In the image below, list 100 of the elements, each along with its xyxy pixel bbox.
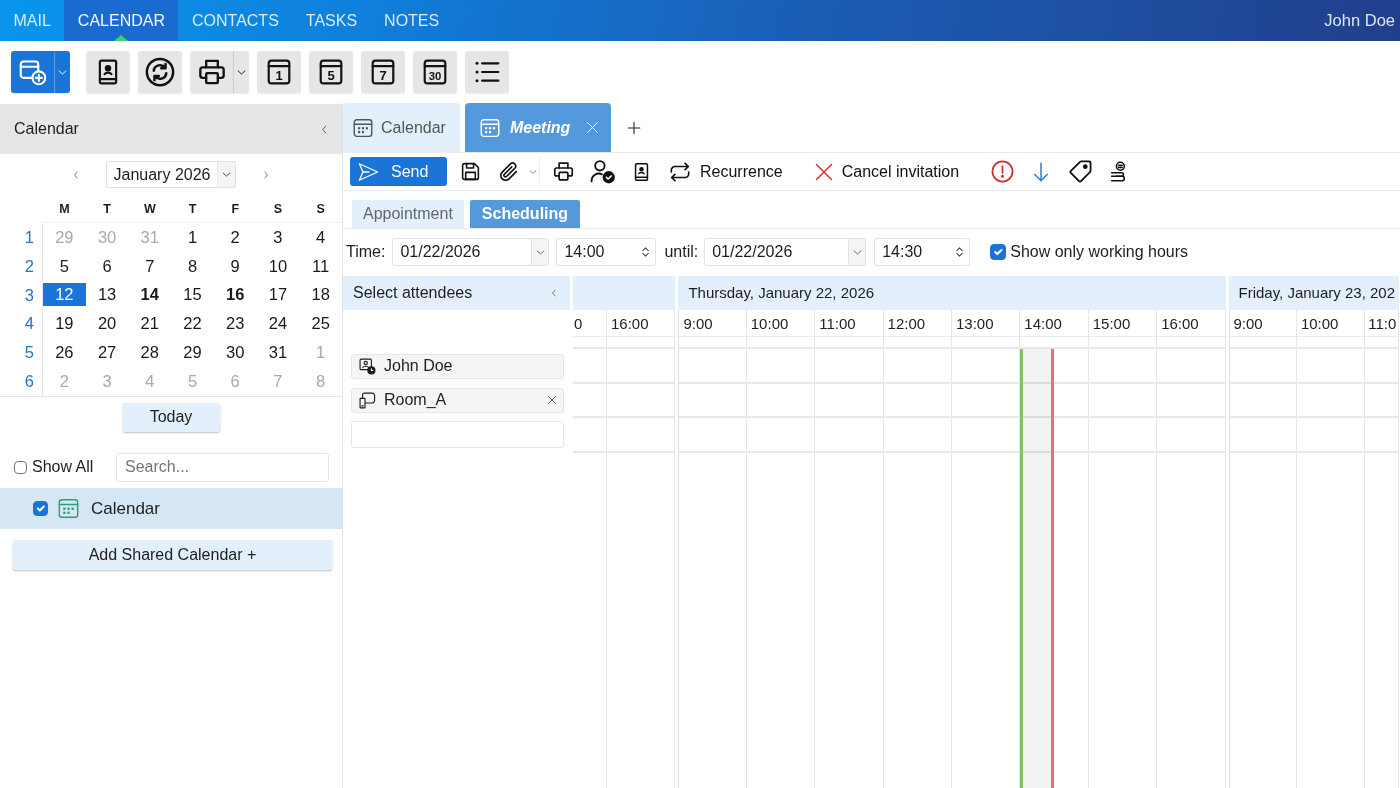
- calendar-view-button[interactable]: 7: [361, 51, 405, 93]
- calendar-day[interactable]: 30: [213, 341, 257, 365]
- search-field[interactable]: Search...: [116, 452, 329, 482]
- sync-button[interactable]: [138, 51, 182, 93]
- calendar-view-button[interactable]: 1: [257, 51, 301, 93]
- hour-column[interactable]: 10:00: [1296, 310, 1366, 788]
- calendar-day[interactable]: 14: [128, 283, 172, 307]
- calendar-day[interactable]: 26: [43, 341, 86, 365]
- chevron-left-icon: [71, 168, 80, 181]
- calendar-plus-icon: [18, 58, 47, 86]
- calendar-day[interactable]: 17: [256, 283, 300, 307]
- calendar-day[interactable]: 3: [256, 225, 300, 249]
- checkbox[interactable]: [33, 500, 48, 516]
- calendar-day[interactable]: 27: [85, 341, 129, 365]
- nav-tab[interactable]: NOTES: [370, 0, 453, 41]
- calendar-view-button[interactable]: 5: [309, 51, 353, 93]
- remove-button[interactable]: [547, 395, 557, 405]
- calendar-day[interactable]: 8: [171, 254, 214, 278]
- hour-column[interactable]: 11:0: [1365, 310, 1400, 788]
- calendar-day[interactable]: 19: [43, 312, 86, 336]
- calendar-list-item[interactable]: Calendar: [0, 487, 342, 529]
- calendar-day[interactable]: 24: [256, 312, 300, 336]
- calendar-day[interactable]: 1: [171, 225, 214, 249]
- calendar-day[interactable]: 16: [213, 283, 257, 307]
- hour-column[interactable]: 16:00: [1157, 310, 1226, 788]
- calendar-day[interactable]: 2: [213, 225, 257, 249]
- calendar-day[interactable]: 12: [43, 283, 86, 307]
- attendee-chip[interactable]: John Doe: [351, 353, 564, 379]
- recurrence-button[interactable]: Recurrence: [664, 156, 787, 187]
- hour-column[interactable]: 10:00: [746, 310, 816, 788]
- calendar-day[interactable]: 20: [85, 312, 129, 336]
- calendar-day[interactable]: 18: [299, 283, 342, 307]
- hour-column[interactable]: 0: [573, 310, 607, 788]
- calendar-day[interactable]: 28: [128, 341, 172, 365]
- hour-column[interactable]: 16:00: [607, 310, 676, 788]
- devices-icon: [359, 391, 376, 409]
- hour-label: 9:00: [683, 315, 713, 332]
- today-button[interactable]: Today: [122, 402, 220, 432]
- calendar-day[interactable]: 11: [299, 254, 342, 278]
- hour-column[interactable]: 9:00: [678, 310, 747, 788]
- hour-column[interactable]: 12:00: [883, 310, 952, 788]
- calendar-day[interactable]: 21: [128, 312, 172, 336]
- checkbox[interactable]: [990, 244, 1007, 260]
- tag-icon: [1068, 160, 1092, 183]
- editor-tab[interactable]: Calendar: [343, 103, 460, 152]
- plus-icon: [627, 120, 642, 135]
- calendar-day[interactable]: 31: [256, 341, 300, 365]
- checkbox[interactable]: [14, 460, 27, 474]
- hour-column[interactable]: 15:00: [1088, 310, 1158, 788]
- calendar-day[interactable]: 6: [85, 254, 129, 278]
- print-button[interactable]: [190, 51, 233, 93]
- close-tab-button[interactable]: [586, 121, 600, 134]
- form-tab[interactable]: Appointment: [352, 200, 464, 228]
- weekday-label: W: [128, 196, 172, 223]
- date-field[interactable]: 01/22/2026: [704, 238, 849, 266]
- date-field[interactable]: 01/22/2026: [392, 238, 532, 266]
- attendee-chip[interactable]: Room_A: [351, 387, 564, 413]
- hour-column[interactable]: 14:00: [1020, 310, 1089, 788]
- calendar-day[interactable]: 9: [213, 254, 257, 278]
- repeat-icon: [668, 160, 692, 183]
- calendar-day[interactable]: 7: [128, 254, 172, 278]
- exclamation-circle-icon: [990, 160, 1014, 183]
- send-button[interactable]: Send: [350, 157, 447, 186]
- month-select[interactable]: January 2026: [105, 161, 237, 188]
- attendee-name: Room_A: [384, 390, 448, 410]
- calendar-day[interactable]: 22: [171, 312, 214, 336]
- close-icon: [586, 121, 600, 134]
- calendar-day[interactable]: 10: [256, 254, 300, 278]
- calendar-day[interactable]: 5: [43, 254, 86, 278]
- hour-column[interactable]: 11:00: [815, 310, 884, 788]
- calendar-day[interactable]: 25: [299, 312, 342, 336]
- printer-icon: [551, 161, 575, 182]
- add-shared-calendar-button[interactable]: Add Shared Calendar +: [13, 539, 332, 570]
- calendar-day[interactable]: 15: [171, 283, 214, 307]
- sync-icon: [145, 57, 175, 87]
- caret-icon: [535, 247, 545, 257]
- nav-tab[interactable]: CALENDAR: [64, 0, 179, 41]
- new-event-button[interactable]: [11, 51, 54, 93]
- paperclip-icon: [498, 160, 520, 183]
- caret-icon: [852, 247, 862, 257]
- x-icon: [813, 161, 834, 182]
- triangle-icon: [114, 35, 129, 41]
- cancel-invitation-button[interactable]: Cancel invitation: [809, 156, 964, 187]
- attendee-input-field[interactable]: [351, 420, 564, 448]
- user-name[interactable]: John Doe: [1324, 0, 1400, 41]
- calendar-day[interactable]: 4: [299, 225, 342, 249]
- calendar-view-button[interactable]: 30: [413, 51, 457, 93]
- calendar-day[interactable]: 13: [85, 283, 129, 307]
- calendar-day[interactable]: 23: [213, 312, 257, 336]
- list-view-button[interactable]: [465, 51, 509, 93]
- calendar-icon: [479, 117, 500, 138]
- weekday-label: T: [85, 196, 129, 223]
- address-book-button[interactable]: [86, 51, 130, 93]
- person-check-icon: [589, 159, 615, 184]
- calendar-day[interactable]: 29: [171, 341, 214, 365]
- hour-column[interactable]: 9:00: [1228, 310, 1297, 788]
- hour-column[interactable]: 13:00: [951, 310, 1021, 788]
- meeting-time-selection[interactable]: [1020, 349, 1055, 788]
- week-number: 5: [0, 338, 43, 367]
- hour-label: 12:00: [887, 315, 926, 332]
